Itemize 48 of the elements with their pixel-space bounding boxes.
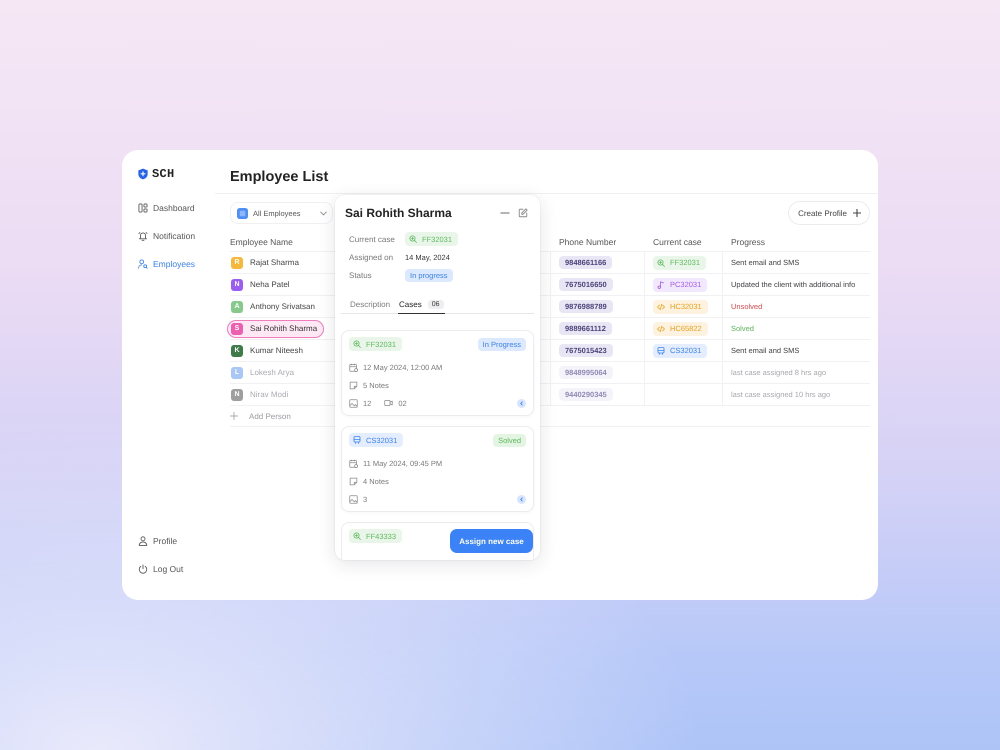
bus-icon <box>657 346 665 354</box>
column-header: Progress <box>731 236 766 246</box>
chevron-left-icon[interactable] <box>517 398 526 408</box>
nav-item[interactable]: Profile <box>138 527 178 555</box>
edit-button[interactable] <box>518 208 528 218</box>
image-icon <box>349 494 358 504</box>
code-icon <box>657 324 665 332</box>
search-icon <box>353 340 361 348</box>
field-label: Current case <box>349 234 396 244</box>
create-profile-button[interactable]: Create Profile <box>788 201 870 225</box>
assign-new-case-button[interactable]: Assign new case <box>450 529 533 553</box>
music-note-icon <box>657 280 665 288</box>
dashboard-icon <box>138 203 148 213</box>
nav-item[interactable]: Notification <box>138 222 196 250</box>
column-header: Employee Name <box>230 236 293 246</box>
nav-item[interactable]: Employees <box>138 250 196 278</box>
tab[interactable]: Description <box>349 295 392 314</box>
plus-icon <box>853 209 861 217</box>
page-title: Employee List <box>230 168 328 186</box>
image-icon <box>349 398 358 408</box>
column-header: Current case <box>653 236 702 246</box>
video-icon <box>384 399 394 407</box>
person-icon <box>138 536 148 546</box>
field-label: Status <box>349 270 373 280</box>
chevron-left-icon[interactable] <box>517 494 526 504</box>
search-icon <box>657 258 665 266</box>
nav-item[interactable]: Dashboard <box>138 194 195 222</box>
power-icon <box>138 564 148 574</box>
note-icon <box>349 380 358 390</box>
code-icon <box>657 302 665 310</box>
bus-icon <box>353 436 361 444</box>
shield-plus-icon <box>138 168 148 180</box>
bell-icon <box>138 231 148 241</box>
nav-item[interactable]: Log Out <box>138 555 184 583</box>
calendar-icon <box>349 458 358 468</box>
panel-title: Sai Rohith Sharma <box>345 206 453 220</box>
search-icon <box>353 532 361 540</box>
note-icon <box>349 476 358 486</box>
chevron-down-icon <box>320 210 327 216</box>
logo-text: SCH <box>152 167 175 181</box>
square-icon <box>237 208 248 218</box>
plus-icon <box>230 412 238 420</box>
search-icon <box>409 235 417 243</box>
calendar-icon <box>349 362 358 372</box>
column-header: Phone Number <box>559 236 616 246</box>
person-search-icon <box>138 259 148 269</box>
edit-icon <box>518 208 528 218</box>
field-label: Assigned on <box>349 252 394 262</box>
